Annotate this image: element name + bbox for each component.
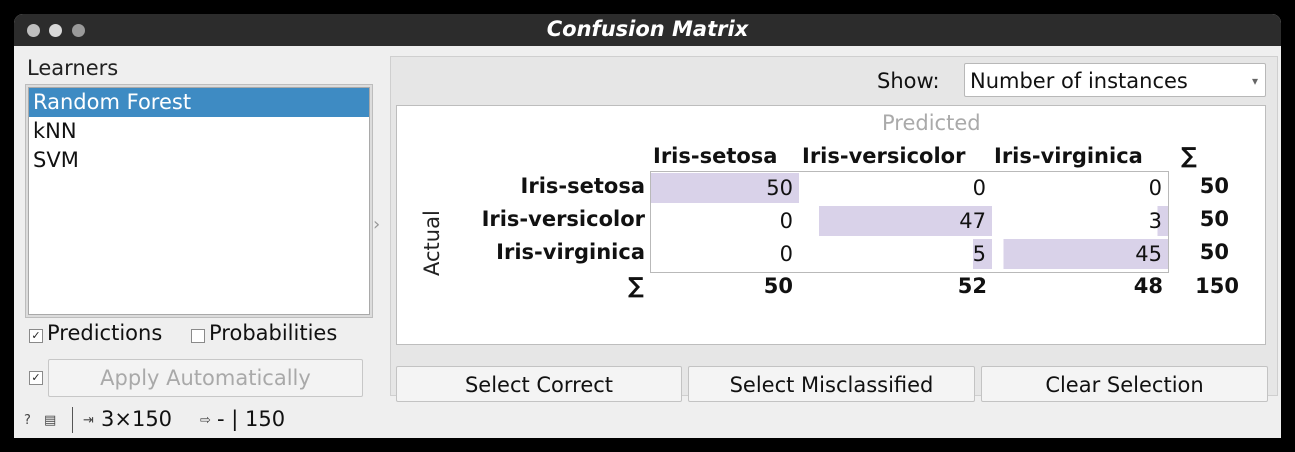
predictions-label: Predictions [47, 321, 163, 345]
learners-label: Learners [27, 56, 119, 80]
matrix-cell[interactable]: 0 [651, 206, 799, 236]
show-label: Show: [877, 69, 940, 93]
row-header-iris-setosa[interactable]: Iris-setosa [455, 174, 645, 198]
matrix-cell[interactable]: 45 [993, 239, 1168, 269]
row-sum-header: ∑ [1181, 144, 1197, 169]
input-summary: 3×150 [101, 407, 173, 431]
matrix-cell[interactable]: 0 [993, 173, 1168, 203]
matrix-cell[interactable]: 50 [651, 173, 799, 203]
row-total: 50 [1199, 207, 1229, 231]
help-icon[interactable]: ? [24, 413, 31, 428]
predictions-checkbox[interactable]: ✓ [29, 329, 43, 343]
output-summary: - | 150 [217, 407, 286, 431]
title-bar: Confusion Matrix [14, 14, 1281, 46]
select-misclassified-button[interactable]: Select Misclassified [688, 366, 975, 402]
learners-group: Random Forest kNN SVM [25, 84, 373, 318]
splitter-handle-icon[interactable]: › [373, 214, 380, 235]
matrix-cell[interactable]: 47 [800, 206, 992, 236]
dropdown-arrow-icon: ▾ [1251, 74, 1258, 88]
learner-item-knn[interactable]: kNN [29, 117, 369, 146]
column-total: 50 [763, 274, 793, 298]
clear-selection-button[interactable]: Clear Selection [981, 366, 1268, 402]
predicted-axis-label: Predicted [882, 111, 981, 135]
column-header-iris-setosa[interactable]: Iris-setosa [653, 144, 777, 168]
row-total: 50 [1199, 174, 1229, 198]
matrix-cell[interactable]: 5 [800, 239, 992, 269]
column-sum-header: ∑ [628, 274, 644, 299]
show-dropdown-value: Number of instances [970, 69, 1188, 93]
column-total: 48 [1133, 274, 1163, 298]
status-separator [72, 407, 73, 433]
probabilities-label: Probabilities [209, 321, 338, 345]
probabilities-checkbox[interactable] [191, 329, 205, 343]
row-header-iris-versicolor[interactable]: Iris-versicolor [455, 207, 645, 231]
matrix-cell[interactable]: 3 [993, 206, 1168, 236]
learners-list[interactable]: Random Forest kNN SVM [28, 87, 370, 315]
matrix-cell[interactable]: 0 [800, 173, 992, 203]
select-correct-button[interactable]: Select Correct [396, 366, 682, 402]
matrix-cell[interactable]: 0 [651, 239, 799, 269]
main-panel: Show: Number of instances ▾ Predicted Ac… [390, 56, 1278, 402]
learner-item-svm[interactable]: SVM [29, 146, 369, 175]
input-icon: ⇥ [83, 413, 94, 428]
auto-apply-checkbox[interactable]: ✓ [29, 371, 43, 385]
apply-automatically-button[interactable]: Apply Automatically [48, 359, 363, 397]
confusion-matrix-window: Confusion Matrix Learners Random Forest … [14, 14, 1281, 438]
actual-axis-label: Actual [420, 210, 444, 276]
row-total: 50 [1199, 240, 1229, 264]
grand-total: 150 [1195, 274, 1239, 298]
confusion-matrix-table: Predicted Actual Iris-setosa Iris-versic… [396, 105, 1266, 345]
learner-item-random-forest[interactable]: Random Forest [29, 88, 369, 117]
column-header-iris-virginica[interactable]: Iris-virginica [994, 144, 1143, 168]
window-title: Confusion Matrix [546, 17, 749, 41]
output-icon: ⇨ [200, 413, 211, 428]
report-icon[interactable]: ▤ [44, 413, 56, 428]
show-dropdown[interactable]: Number of instances ▾ [964, 63, 1266, 97]
column-total: 52 [957, 274, 987, 298]
row-header-iris-virginica[interactable]: Iris-virginica [455, 240, 645, 264]
column-header-iris-versicolor[interactable]: Iris-versicolor [802, 144, 965, 168]
matrix-cells: 50 0 0 0 47 3 0 5 45 [650, 171, 1169, 273]
